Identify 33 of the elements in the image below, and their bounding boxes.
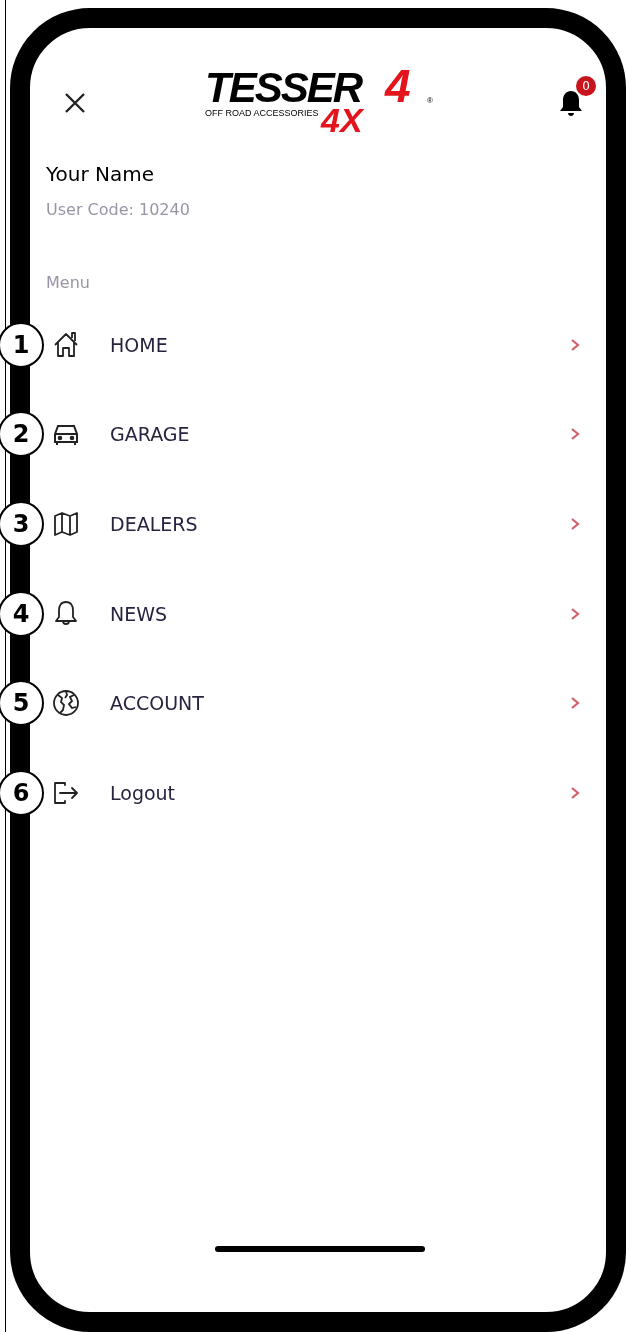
menu-item[interactable]: GARAGE bbox=[110, 423, 570, 446]
menu-item[interactable]: Logout bbox=[110, 781, 570, 804]
logout-icon bbox=[52, 779, 80, 806]
chevron-right-icon bbox=[570, 427, 580, 442]
menu-item[interactable]: DEALERS bbox=[110, 513, 570, 535]
chevron-right-icon bbox=[570, 517, 580, 531]
close-icon[interactable] bbox=[64, 92, 86, 114]
notification-count: 0 bbox=[576, 76, 596, 96]
menu-heading: Menu bbox=[46, 273, 91, 292]
callout-number: 5 bbox=[0, 680, 44, 727]
globe-icon bbox=[52, 689, 80, 718]
logo-numeral: 4 bbox=[385, 64, 411, 108]
menu-item[interactable]: NEWS bbox=[110, 602, 570, 625]
chevron-right-icon bbox=[570, 337, 580, 352]
callout-number: 1 bbox=[0, 321, 44, 368]
logo-wordmark: TESSER bbox=[205, 70, 362, 106]
bell-icon bbox=[53, 599, 79, 628]
registered-mark: ® bbox=[427, 96, 433, 105]
chevron-right-icon bbox=[570, 785, 580, 800]
callout-number: 2 bbox=[0, 411, 44, 458]
menu-item[interactable]: ACCOUNT bbox=[110, 692, 570, 715]
menu-item[interactable]: HOME bbox=[110, 333, 570, 356]
logo-suffix: 4X bbox=[321, 106, 363, 134]
callout-number: 6 bbox=[0, 769, 44, 816]
user-name: Your Name bbox=[46, 162, 156, 186]
callout-number: 4 bbox=[0, 590, 44, 637]
map-icon bbox=[52, 510, 80, 538]
chevron-right-icon bbox=[570, 606, 580, 621]
user-code: User Code: 10240 bbox=[46, 200, 191, 219]
chevron-right-icon bbox=[570, 696, 580, 711]
callout-number: 3 bbox=[0, 501, 44, 547]
logo-tagline: OFF ROAD ACCESSORIES bbox=[205, 108, 319, 119]
car-icon bbox=[52, 422, 80, 447]
